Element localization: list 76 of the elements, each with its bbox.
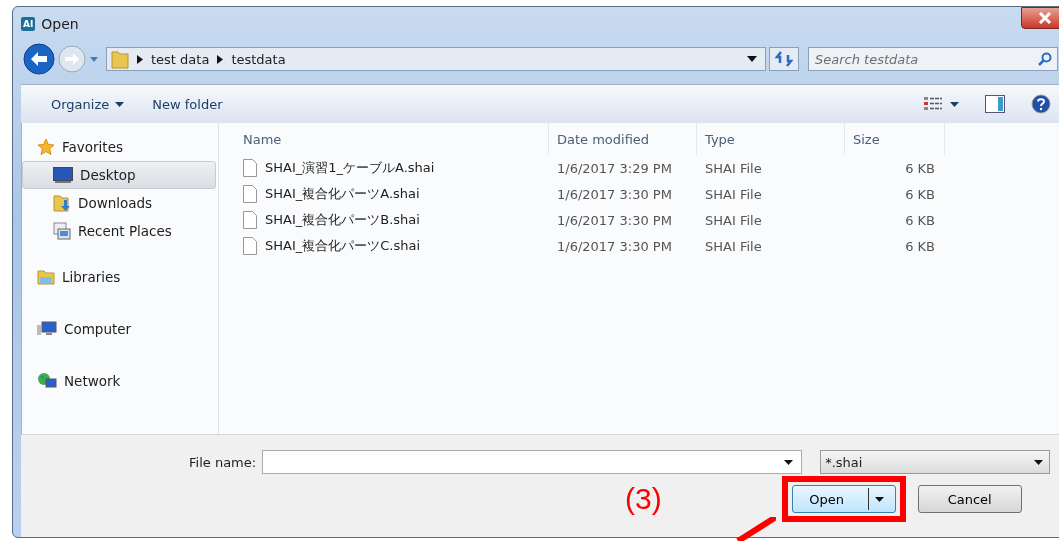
table-cell: SHAI File: [705, 238, 762, 254]
preview-pane-icon[interactable]: [985, 95, 1005, 113]
table-cell: 6 KB: [905, 238, 935, 254]
file-name[interactable]: SHAI_複合化パーツC.shai: [265, 237, 421, 255]
close-icon: [1038, 11, 1052, 24]
file-name-field[interactable]: [262, 450, 803, 474]
folder-icon: [111, 49, 129, 69]
app-logo-icon: AI: [21, 16, 36, 31]
dropdown-icon[interactable]: [747, 56, 757, 62]
recent-places-icon: [53, 222, 71, 240]
caret-icon: [1034, 459, 1044, 465]
column-header[interactable]: Date modified: [549, 123, 697, 155]
new-folder-button[interactable]: New folder: [142, 94, 233, 114]
table-cell: 1/6/2017 3:30 PM: [557, 238, 672, 254]
star-icon: [37, 138, 55, 156]
table-cell: SHAI File: [705, 186, 762, 202]
file-icon: [243, 185, 257, 203]
table-cell: 6 KB: [905, 212, 935, 228]
file-type-dropdown[interactable]: *.shai: [820, 450, 1051, 474]
sidebar-item[interactable]: Recent Places: [22, 217, 218, 245]
dropdown-icon[interactable]: [950, 101, 959, 107]
search-icon: [1038, 52, 1052, 66]
window-title: Open: [41, 15, 79, 32]
sidebar-item[interactable]: Computer: [22, 315, 218, 343]
sidebar-item[interactable]: Favorites: [22, 133, 218, 161]
desktop-icon: [53, 167, 73, 183]
table-cell: 6 KB: [905, 186, 935, 202]
chevron-icon: [217, 54, 224, 64]
close-button[interactable]: [1021, 6, 1059, 29]
file-name-label: File name:: [189, 454, 257, 470]
column-header[interactable]: Size: [845, 123, 945, 155]
column-header[interactable]: Type: [697, 123, 845, 155]
table-cell: SHAI File: [705, 160, 762, 176]
chevron-icon: [137, 54, 143, 64]
sidebar-label: Favorites: [62, 139, 123, 155]
address-bar[interactable]: test data testdata: [106, 47, 766, 71]
breadcrumb[interactable]: test data: [151, 51, 210, 67]
table-cell: 1/6/2017 3:29 PM: [557, 160, 672, 176]
computer-icon: [37, 321, 57, 337]
network-icon: [37, 372, 57, 390]
table-cell: 1/6/2017 3:30 PM: [557, 212, 672, 228]
sidebar-label: Desktop: [80, 167, 136, 183]
column-header[interactable]: Name: [219, 123, 549, 155]
back-icon[interactable]: [23, 43, 55, 75]
sidebar-item[interactable]: Network: [22, 367, 218, 395]
step-annotation: (3): [625, 482, 662, 516]
sidebar-label: Computer: [64, 321, 132, 337]
sidebar-label: Recent Places: [78, 223, 172, 239]
sidebar-label: Downloads: [78, 195, 153, 211]
sidebar-item[interactable]: Desktop: [22, 161, 216, 189]
sidebar-item[interactable]: Downloads: [22, 189, 218, 217]
file-icon: [243, 159, 257, 177]
download-folder-icon: [53, 194, 71, 212]
caret-icon: [875, 496, 885, 502]
view-list-icon[interactable]: [924, 97, 942, 111]
caret-icon: [115, 101, 125, 107]
table-cell: 6 KB: [905, 160, 935, 176]
search-field[interactable]: Search testdata: [808, 47, 1058, 71]
file-icon: [243, 211, 257, 229]
help-icon[interactable]: [1031, 94, 1051, 114]
sidebar-label: Network: [64, 373, 121, 389]
caret-icon[interactable]: [784, 459, 794, 465]
file-name[interactable]: SHAI_複合化パーツB.shai: [265, 211, 420, 229]
file-icon: [243, 237, 257, 255]
table-cell: 1/6/2017 3:30 PM: [557, 186, 672, 202]
cancel-button[interactable]: Cancel: [917, 485, 1022, 513]
organize-button[interactable]: Organize: [41, 94, 135, 114]
file-name[interactable]: SHAI_複合化パーツA.shai: [265, 185, 420, 203]
file-name[interactable]: SHAI_演習1_ケーブルA.shai: [265, 159, 435, 177]
breadcrumb[interactable]: testdata: [231, 51, 286, 67]
refresh-button[interactable]: [769, 47, 799, 71]
library-folder-icon: [37, 269, 55, 285]
sidebar-item[interactable]: Libraries: [22, 263, 218, 291]
sidebar-label: Libraries: [62, 269, 121, 285]
table-cell: SHAI File: [705, 212, 762, 228]
open-button[interactable]: Open: [791, 485, 896, 513]
